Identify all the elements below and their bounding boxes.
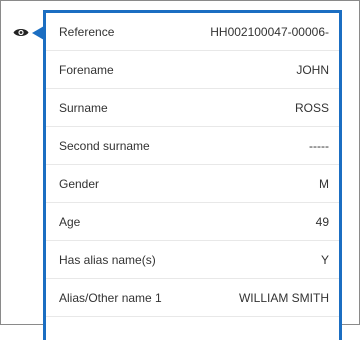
row-value: M bbox=[319, 176, 329, 191]
row-label: Forename bbox=[59, 62, 114, 77]
record-details-panel: Reference HH002100047-00006- Forename JO… bbox=[43, 10, 342, 340]
row-value: ----- bbox=[309, 138, 329, 153]
row-value: HH002100047-00006- bbox=[210, 24, 329, 39]
row-value: JOHN bbox=[296, 62, 329, 77]
row-label: Alias/Other name 1 bbox=[59, 290, 162, 305]
row-label: Has alias name(s) bbox=[59, 252, 156, 267]
row-forename: Forename JOHN bbox=[46, 51, 339, 89]
row-label: Surname bbox=[59, 100, 108, 115]
row-gender: Gender M bbox=[46, 165, 339, 203]
row-reference: Reference HH002100047-00006- bbox=[46, 13, 339, 51]
row-age: Age 49 bbox=[46, 203, 339, 241]
row-label: Gender bbox=[59, 176, 100, 191]
row-has-alias: Has alias name(s) Y bbox=[46, 241, 339, 279]
eye-icon[interactable] bbox=[12, 25, 30, 39]
row-value: 49 bbox=[315, 214, 329, 229]
row-label: Reference bbox=[59, 24, 115, 39]
row-label: Age bbox=[59, 214, 81, 229]
row-second-surname: Second surname ----- bbox=[46, 127, 339, 165]
row-value: ROSS bbox=[294, 100, 329, 115]
row-value: WILLIAM SMITH bbox=[238, 290, 329, 305]
row-alias-name-1: Alias/Other name 1 WILLIAM SMITH bbox=[46, 279, 339, 317]
row-value: Y bbox=[320, 252, 329, 267]
row-label: Second surname bbox=[59, 138, 150, 153]
row-surname: Surname ROSS bbox=[46, 89, 339, 127]
